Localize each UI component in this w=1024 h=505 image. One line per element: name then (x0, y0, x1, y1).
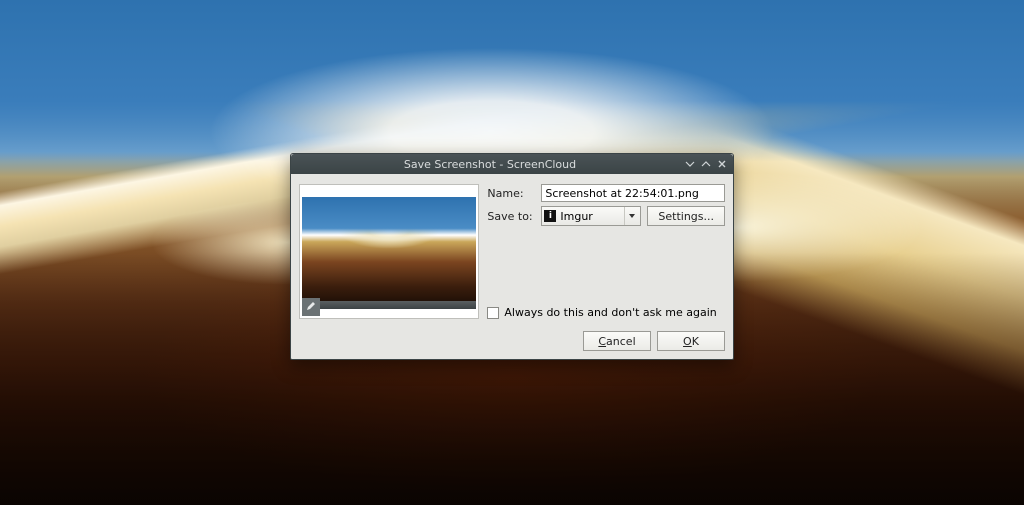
chevron-down-icon (624, 207, 638, 225)
always-do-this-checkbox[interactable] (487, 307, 499, 319)
form-pane: Name: Save to: i Imgur Settings... (487, 184, 725, 319)
dialog-footer: Cancel OK (291, 325, 733, 359)
window-title: Save Screenshot - ScreenCloud (299, 158, 681, 171)
cancel-mnemonic: C (598, 335, 606, 348)
ok-rest: K (692, 335, 699, 348)
maximize-button[interactable] (699, 157, 713, 171)
always-do-this-label: Always do this and don't ask me again (504, 306, 716, 319)
screenshot-thumbnail (302, 197, 476, 309)
close-button[interactable] (715, 157, 729, 171)
ok-button[interactable]: OK (657, 331, 725, 351)
save-to-label: Save to: (487, 210, 535, 223)
ok-mnemonic: O (683, 335, 692, 348)
cancel-rest: ancel (606, 335, 636, 348)
cancel-button[interactable]: Cancel (583, 331, 651, 351)
save-to-selected: Imgur (560, 210, 620, 223)
save-to-dropdown[interactable]: i Imgur (541, 206, 641, 226)
minimize-button[interactable] (683, 157, 697, 171)
save-screenshot-dialog: Save Screenshot - ScreenCloud Name (290, 153, 734, 360)
pencil-icon (306, 301, 316, 314)
titlebar[interactable]: Save Screenshot - ScreenCloud (291, 154, 733, 174)
imgur-icon: i (544, 210, 556, 222)
settings-button[interactable]: Settings... (647, 206, 725, 226)
filename-input[interactable] (541, 184, 725, 202)
dialog-body: Name: Save to: i Imgur Settings... (291, 174, 733, 325)
name-label: Name: (487, 187, 535, 200)
screenshot-preview (299, 184, 479, 319)
settings-button-label: Settings... (658, 210, 714, 223)
edit-screenshot-button[interactable] (302, 298, 320, 316)
